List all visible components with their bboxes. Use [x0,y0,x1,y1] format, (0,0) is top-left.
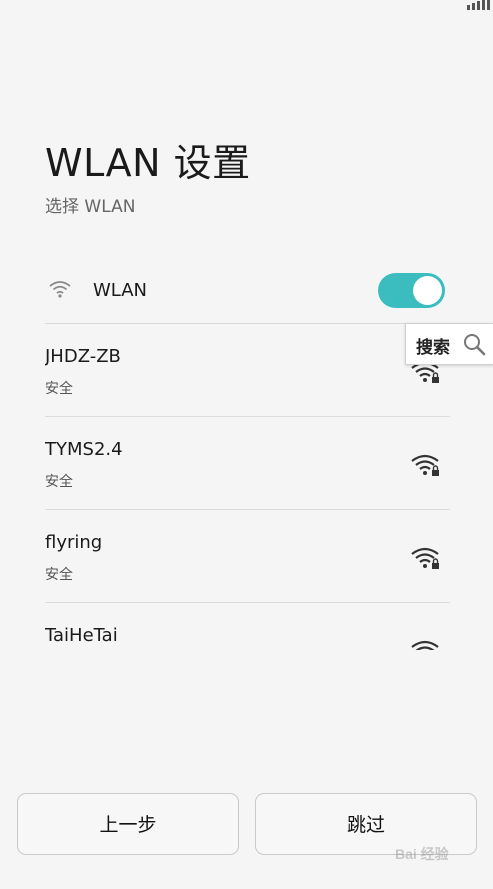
toggle-knob [413,276,442,305]
wlan-setup-screen: WLAN 设置 选择 WLAN WLAN JHDZ-ZB 安全 TYMS2.4 … [0,0,493,889]
back-button[interactable]: 上一步 [17,793,239,855]
wlan-toggle-row[interactable]: WLAN [45,262,445,320]
wifi-lock-icon [411,547,439,569]
network-security: 安全 [45,381,73,397]
wifi-lock-icon [411,454,439,476]
watermark-text: Bai 经验 [395,846,449,862]
network-list: JHDZ-ZB 安全 TYMS2.4 安全 flyring 安全 TaiHeTa… [45,324,450,650]
page-title: WLAN 设置 [45,141,251,185]
page-subtitle: 选择 WLAN [45,197,136,217]
search-icon [464,334,486,356]
wlan-toggle-switch[interactable] [378,273,445,308]
network-item[interactable]: flyring 安全 [45,510,450,603]
network-item[interactable]: JHDZ-ZB 安全 [45,324,450,417]
signal-strength-icon [467,0,490,10]
network-name: JHDZ-ZB [45,346,121,367]
network-item[interactable]: TYMS2.4 安全 [45,417,450,510]
network-name: flyring [45,532,103,553]
search-button[interactable]: 搜索 [405,323,493,365]
wifi-lock-icon [411,640,439,650]
network-name: TYMS2.4 [45,439,123,460]
network-security: 安全 [45,567,73,583]
network-name: TaiHeTai [45,625,118,646]
network-item[interactable]: TaiHeTai [45,603,450,650]
watermark-logo: Bai 经验 [381,839,467,867]
wifi-icon [49,281,71,298]
wlan-label: WLAN [93,280,148,301]
search-label: 搜索 [416,338,450,358]
network-security: 安全 [45,474,73,490]
